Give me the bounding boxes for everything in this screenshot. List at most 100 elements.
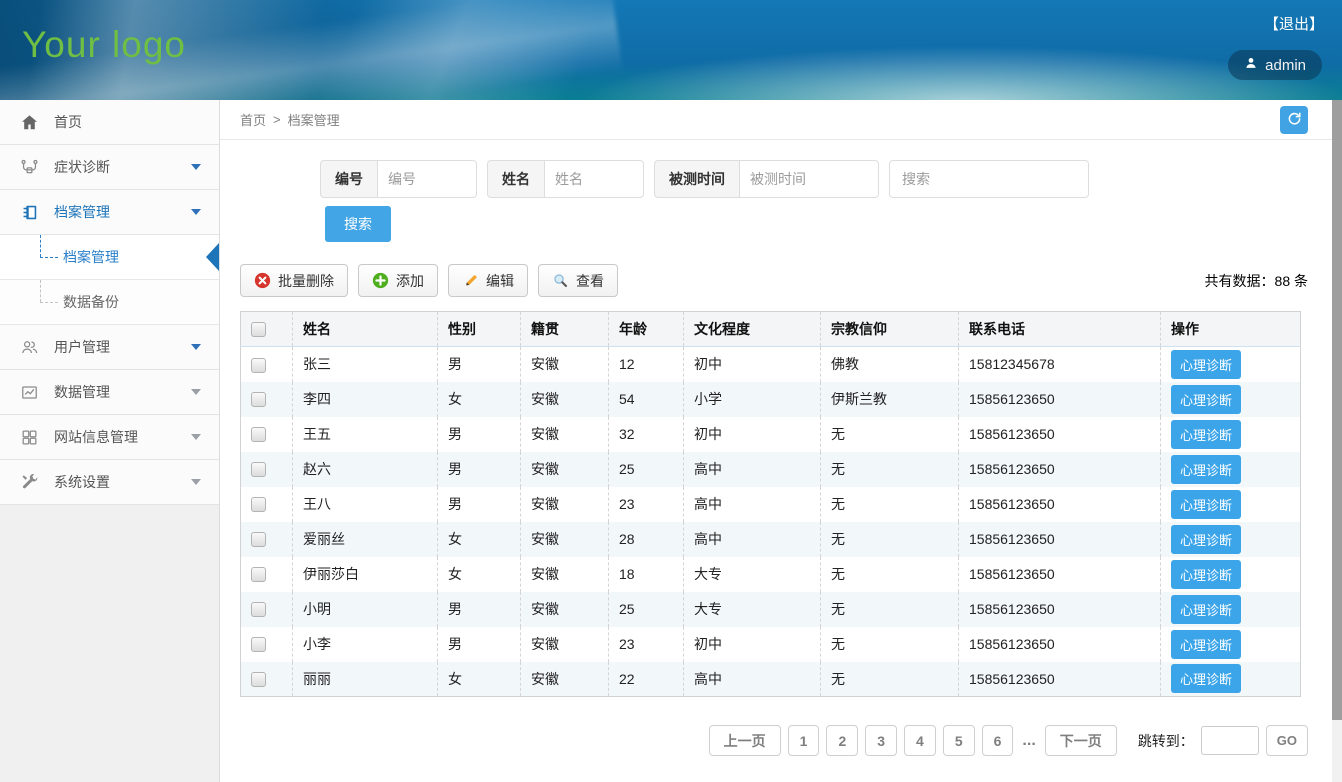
sidebar-item-数据管理[interactable]: 数据管理 [0,370,219,415]
cell: 男 [438,452,521,487]
cell: 大专 [684,592,821,627]
row-checkbox[interactable] [251,462,266,477]
diagnosis-button[interactable]: 心理诊断 [1171,420,1241,449]
cell: 15856123650 [959,382,1161,417]
diagnosis-button[interactable]: 心理诊断 [1171,560,1241,589]
toolbar-button-label: 编辑 [486,271,514,291]
cell: 25 [609,452,684,487]
cell: 安徽 [521,487,609,522]
row-select-cell [241,522,293,557]
next-page-button[interactable]: 下一页 [1045,725,1117,756]
column-header-年龄: 年龄 [609,312,684,347]
search-field-input[interactable] [377,160,477,198]
page-button-3[interactable]: 3 [865,725,897,756]
row-checkbox[interactable] [251,358,266,373]
cell: 15812345678 [959,347,1161,382]
row-checkbox[interactable] [251,602,266,617]
cell: 高中 [684,452,821,487]
row-checkbox[interactable] [251,672,266,687]
row-checkbox[interactable] [251,567,266,582]
cell: 女 [438,662,521,697]
cell: 小学 [684,382,821,417]
cell: 54 [609,382,684,417]
jump-page-input[interactable] [1201,726,1259,755]
breadcrumb-current: 档案管理 [288,110,340,129]
sidebar-item-首页[interactable]: 首页 [0,100,219,145]
diagnosis-button[interactable]: 心理诊断 [1171,630,1241,659]
diagnosis-button[interactable]: 心理诊断 [1171,490,1241,519]
scrollbar-thumb[interactable] [1332,100,1342,720]
cell: 高中 [684,522,821,557]
column-header-姓名: 姓名 [293,312,438,347]
diagnosis-button[interactable]: 心理诊断 [1171,595,1241,624]
action-cell: 心理诊断 [1161,487,1301,522]
user-name: admin [1265,57,1306,74]
diagnosis-button[interactable]: 心理诊断 [1171,350,1241,379]
action-cell: 心理诊断 [1161,627,1301,662]
add-icon [372,272,389,289]
refresh-button[interactable] [1280,106,1308,134]
toolbar-button-label: 查看 [576,271,604,291]
breadcrumb-home[interactable]: 首页 [240,110,266,129]
cell: 15856123650 [959,557,1161,592]
sidebar-item-网站信息管理[interactable]: 网站信息管理 [0,415,219,460]
action-cell: 心理诊断 [1161,417,1301,452]
row-checkbox[interactable] [251,532,266,547]
select-all-cell [241,312,293,347]
sidebar-item-症状诊断[interactable]: 症状诊断 [0,145,219,190]
toolbar-buttons: 批量删除 添加 编辑 查看 [240,264,628,297]
cell: 男 [438,487,521,522]
page-button-5[interactable]: 5 [943,725,975,756]
select-all-checkbox[interactable] [251,322,266,337]
sidebar-item-系统设置[interactable]: 系统设置 [0,460,219,505]
search-field-input[interactable] [739,160,879,198]
toolbar-button-编辑[interactable]: 编辑 [448,264,528,297]
sidebar-subitem-数据备份[interactable]: 数据备份 [0,280,219,325]
diagnosis-button[interactable]: 心理诊断 [1171,385,1241,414]
cell: 安徽 [521,557,609,592]
cell: 男 [438,347,521,382]
cell: 女 [438,522,521,557]
cell: 无 [821,662,959,697]
sidebar-item-档案管理[interactable]: 档案管理 [0,190,219,235]
prev-page-button[interactable]: 上一页 [709,725,781,756]
page-button-4[interactable]: 4 [904,725,936,756]
search-field-编号: 编号 [320,160,477,198]
diagnosis-button[interactable]: 心理诊断 [1171,455,1241,484]
table-row: 王五男安徽32初中无15856123650心理诊断 [241,417,1301,452]
row-checkbox[interactable] [251,497,266,512]
go-button[interactable]: GO [1266,725,1308,756]
toolbar-button-查看[interactable]: 查看 [538,264,618,297]
page-button-6[interactable]: 6 [982,725,1014,756]
page-button-1[interactable]: 1 [788,725,820,756]
cell: 安徽 [521,347,609,382]
sidebar-item-用户管理[interactable]: 用户管理 [0,325,219,370]
row-checkbox[interactable] [251,427,266,442]
sidebar-subitem-label: 数据备份 [63,292,119,312]
toolbar-button-批量删除[interactable]: 批量删除 [240,264,348,297]
sidebar-subitem-档案管理[interactable]: 档案管理 [0,235,219,280]
diagnosis-button[interactable]: 心理诊断 [1171,525,1241,554]
cell: 男 [438,417,521,452]
cell: 无 [821,487,959,522]
records-table: 姓名性别籍贯年龄文化程度宗教信仰联系电话操作 张三男安徽12初中佛教158123… [240,311,1301,697]
diagnosis-button[interactable]: 心理诊断 [1171,664,1241,693]
toolbar-button-label: 批量删除 [278,271,334,291]
row-select-cell [241,347,293,382]
cell: 初中 [684,417,821,452]
logout-link[interactable]: 【退出】 [1264,13,1324,34]
pagination: 上一页 123456 ... 下一页 跳转到： GO [220,725,1308,756]
table-row: 伊丽莎白女安徽18大专无15856123650心理诊断 [241,557,1301,592]
keyword-search-input[interactable] [889,160,1089,198]
search-button[interactable]: 搜索 [325,206,391,242]
row-select-cell [241,452,293,487]
table-row: 张三男安徽12初中佛教15812345678心理诊断 [241,347,1301,382]
row-checkbox[interactable] [251,637,266,652]
page-button-2[interactable]: 2 [826,725,858,756]
search-field-input[interactable] [544,160,644,198]
user-menu[interactable]: admin [1228,50,1322,80]
cell: 初中 [684,347,821,382]
toolbar-button-添加[interactable]: 添加 [358,264,438,297]
toolbar-button-label: 添加 [396,271,424,291]
row-checkbox[interactable] [251,392,266,407]
